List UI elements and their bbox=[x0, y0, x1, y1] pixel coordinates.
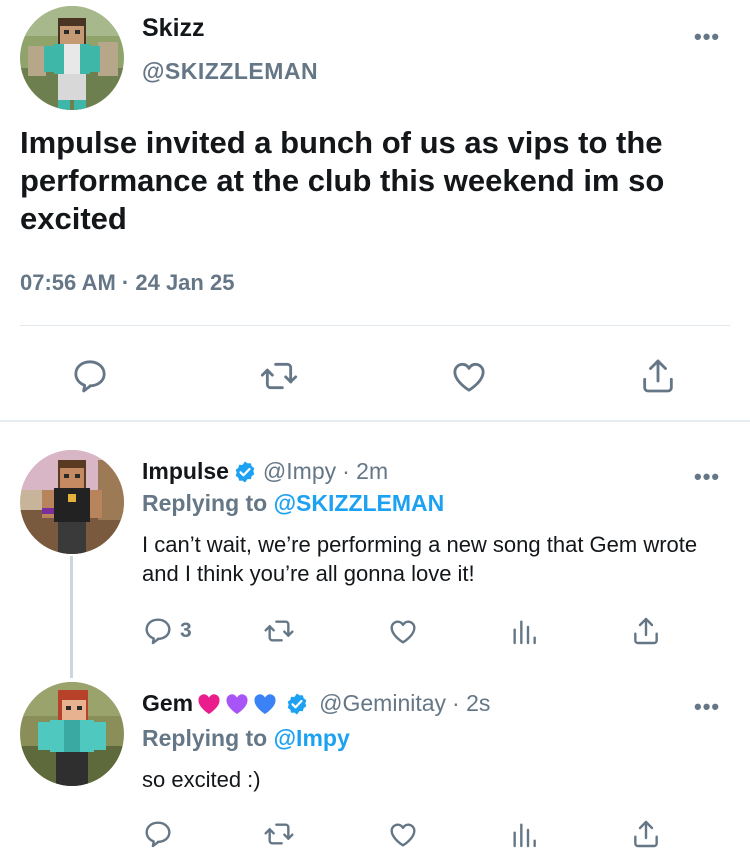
more-options-button[interactable]: ••• bbox=[694, 696, 720, 718]
like-button[interactable] bbox=[386, 615, 420, 647]
like-icon bbox=[390, 823, 416, 847]
share-icon bbox=[643, 359, 673, 393]
replying-to-mention[interactable]: @SKIZZLEMAN bbox=[274, 490, 445, 516]
tweet-timestamp[interactable]: 07:56 AM · 24 Jan 25 bbox=[20, 270, 234, 296]
tweet-text: Impulse invited a bunch of us as vips to… bbox=[20, 125, 665, 236]
analytics-button[interactable] bbox=[508, 818, 540, 850]
retweet-icon bbox=[264, 620, 294, 642]
more-options-button[interactable]: ••• bbox=[694, 466, 720, 488]
reply-header: Gem @Geminitay · 2s bbox=[142, 690, 490, 717]
gem-avatar[interactable] bbox=[20, 682, 124, 786]
reply-count: 3 bbox=[180, 619, 192, 642]
replying-to-label: Replying to bbox=[142, 490, 274, 516]
verified-badge-icon bbox=[235, 461, 255, 482]
reply-author-name[interactable]: Impulse bbox=[142, 458, 229, 485]
retweet-button[interactable] bbox=[262, 615, 296, 647]
like-icon bbox=[453, 362, 485, 392]
reply-header: Impulse @Impy · 2m bbox=[142, 458, 388, 485]
tweet-time: 07:56 AM bbox=[20, 270, 116, 295]
analytics-icon bbox=[513, 620, 536, 645]
reply-button[interactable] bbox=[70, 356, 110, 396]
retweet-icon bbox=[264, 823, 294, 845]
reply-text: I can’t wait, we’re performing a new son… bbox=[142, 532, 698, 586]
section-divider bbox=[0, 420, 750, 422]
thread-connector-line bbox=[70, 556, 73, 678]
pink-heart-emoji-icon bbox=[198, 693, 220, 714]
replying-to-mention[interactable]: @Impy bbox=[274, 725, 350, 751]
reply-author-name[interactable]: Gem bbox=[142, 690, 193, 717]
main-tweet: Skizz @SKIZZLEMAN ••• Impulse invited a … bbox=[0, 0, 750, 420]
share-icon bbox=[634, 820, 658, 848]
share-button[interactable] bbox=[638, 356, 678, 396]
reply-text: so excited :) bbox=[142, 767, 261, 792]
analytics-icon bbox=[513, 823, 536, 848]
verified-badge-icon bbox=[287, 693, 307, 714]
reply-icon bbox=[145, 821, 171, 848]
replying-to: Replying to @Impy bbox=[142, 725, 350, 752]
reply-age[interactable]: · 2s bbox=[452, 690, 490, 717]
tweet-date: 24 Jan 25 bbox=[135, 270, 235, 295]
purple-heart-emoji-icon bbox=[226, 693, 248, 714]
reply-icon bbox=[145, 618, 171, 645]
reply-button[interactable]: 3 bbox=[142, 615, 192, 647]
divider bbox=[20, 325, 730, 326]
replying-to: Replying to @SKIZZLEMAN bbox=[142, 490, 444, 517]
author-handle[interactable]: @SKIZZLEMAN bbox=[142, 58, 318, 85]
analytics-button[interactable] bbox=[508, 615, 540, 647]
like-button[interactable] bbox=[448, 356, 490, 396]
reply-icon bbox=[74, 360, 106, 393]
blue-heart-emoji-icon bbox=[254, 693, 276, 714]
impulse-avatar[interactable] bbox=[20, 450, 124, 554]
author-name[interactable]: Skizz bbox=[142, 14, 205, 43]
share-icon bbox=[634, 617, 658, 645]
like-button[interactable] bbox=[386, 818, 420, 850]
retweet-button[interactable] bbox=[262, 818, 296, 850]
share-button[interactable] bbox=[630, 818, 662, 850]
share-button[interactable] bbox=[630, 615, 662, 647]
like-icon bbox=[390, 620, 416, 644]
retweet-button[interactable] bbox=[258, 356, 300, 396]
timestamp-separator: · bbox=[121, 270, 130, 295]
replying-to-label: Replying to bbox=[142, 725, 274, 751]
reply-author-handle[interactable]: @Geminitay bbox=[319, 690, 446, 717]
skizz-avatar[interactable] bbox=[20, 6, 124, 110]
reply-button[interactable] bbox=[142, 818, 174, 850]
reply-author-handle[interactable]: @Impy bbox=[263, 458, 336, 485]
reply-age[interactable]: · 2m bbox=[342, 458, 388, 485]
retweet-icon bbox=[260, 362, 298, 390]
more-options-button[interactable]: ••• bbox=[694, 26, 720, 48]
